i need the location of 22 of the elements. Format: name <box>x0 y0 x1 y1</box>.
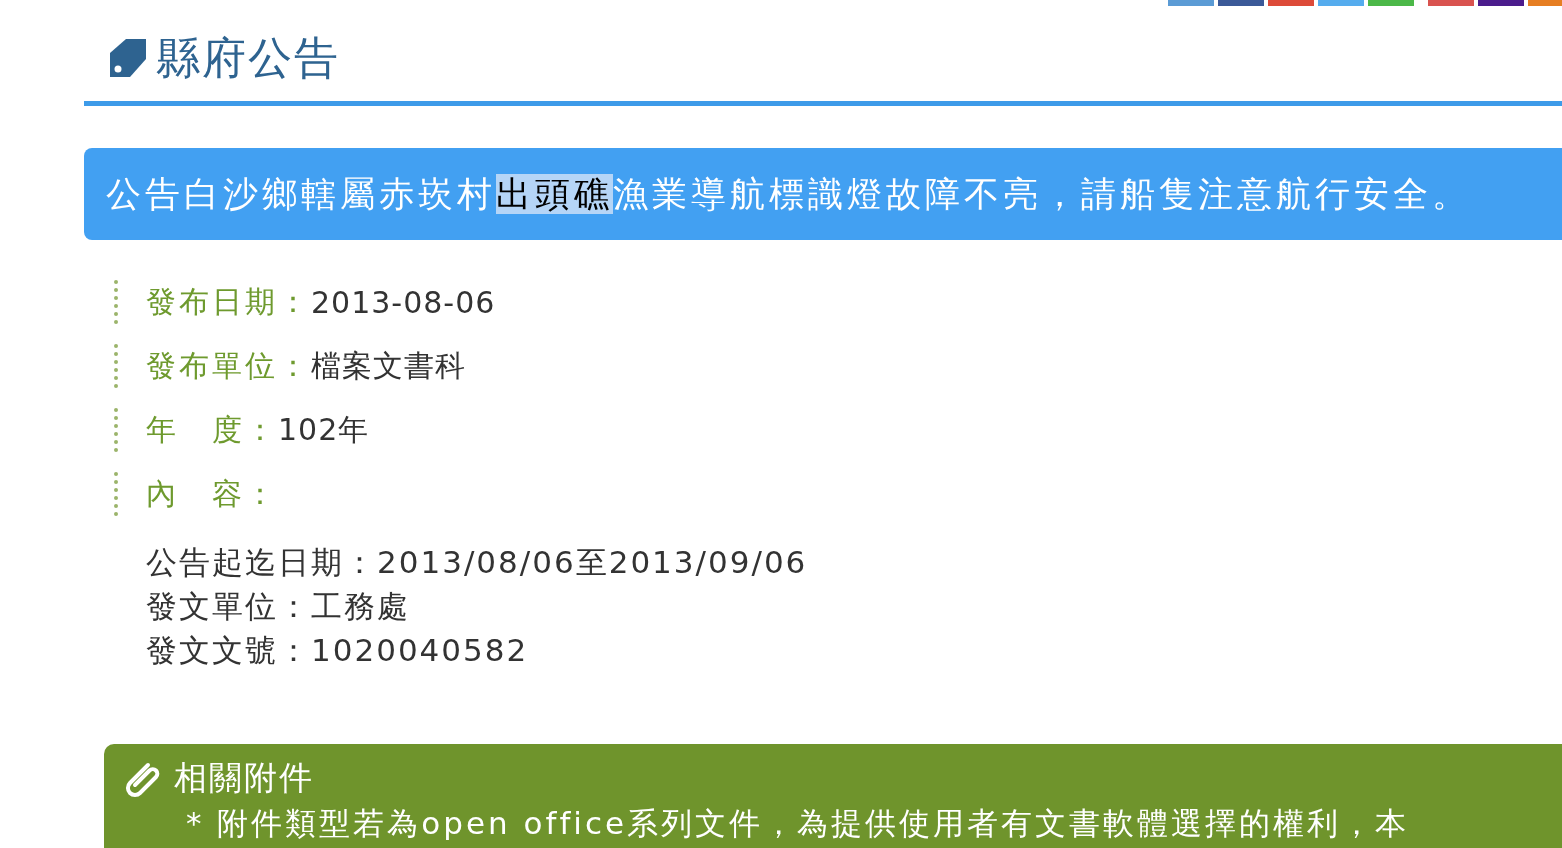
field-value: 102年 <box>278 410 370 449</box>
share-button[interactable] <box>1268 0 1314 6</box>
attachments-note: * 附件類型若為open office系列文件，為提供使用者有文書軟體選擇的權利，本 <box>186 804 1411 843</box>
field-label: 發布日期： <box>146 282 311 321</box>
share-button[interactable] <box>1478 0 1524 6</box>
headline: 公告白沙鄉轄屬赤崁村出頭礁漁業導航標識燈故障不亮，請船隻注意航行安全。 <box>106 172 1471 216</box>
attachments-title: 相關附件 <box>174 757 314 799</box>
content-line: 公告起迄日期：2013/08/06至2013/09/06 <box>146 543 809 582</box>
field-label: 內 容： <box>146 474 278 513</box>
share-button[interactable] <box>1428 0 1474 6</box>
page-title: 縣府公告 <box>156 30 340 85</box>
content-line: 發文文號：1020040582 <box>146 631 530 670</box>
share-button[interactable] <box>1368 0 1414 6</box>
content-line: 發文單位：工務處 <box>146 587 411 626</box>
field-value: 2013-08-06 <box>311 284 496 320</box>
share-button[interactable] <box>1168 0 1214 6</box>
share-button[interactable] <box>1528 0 1562 6</box>
field-label: 年 度： <box>146 410 278 449</box>
field-label: 發布單位： <box>146 346 311 385</box>
share-button[interactable] <box>1318 0 1364 6</box>
share-button[interactable] <box>1218 0 1264 6</box>
field-value: 檔案文書科 <box>311 346 466 385</box>
